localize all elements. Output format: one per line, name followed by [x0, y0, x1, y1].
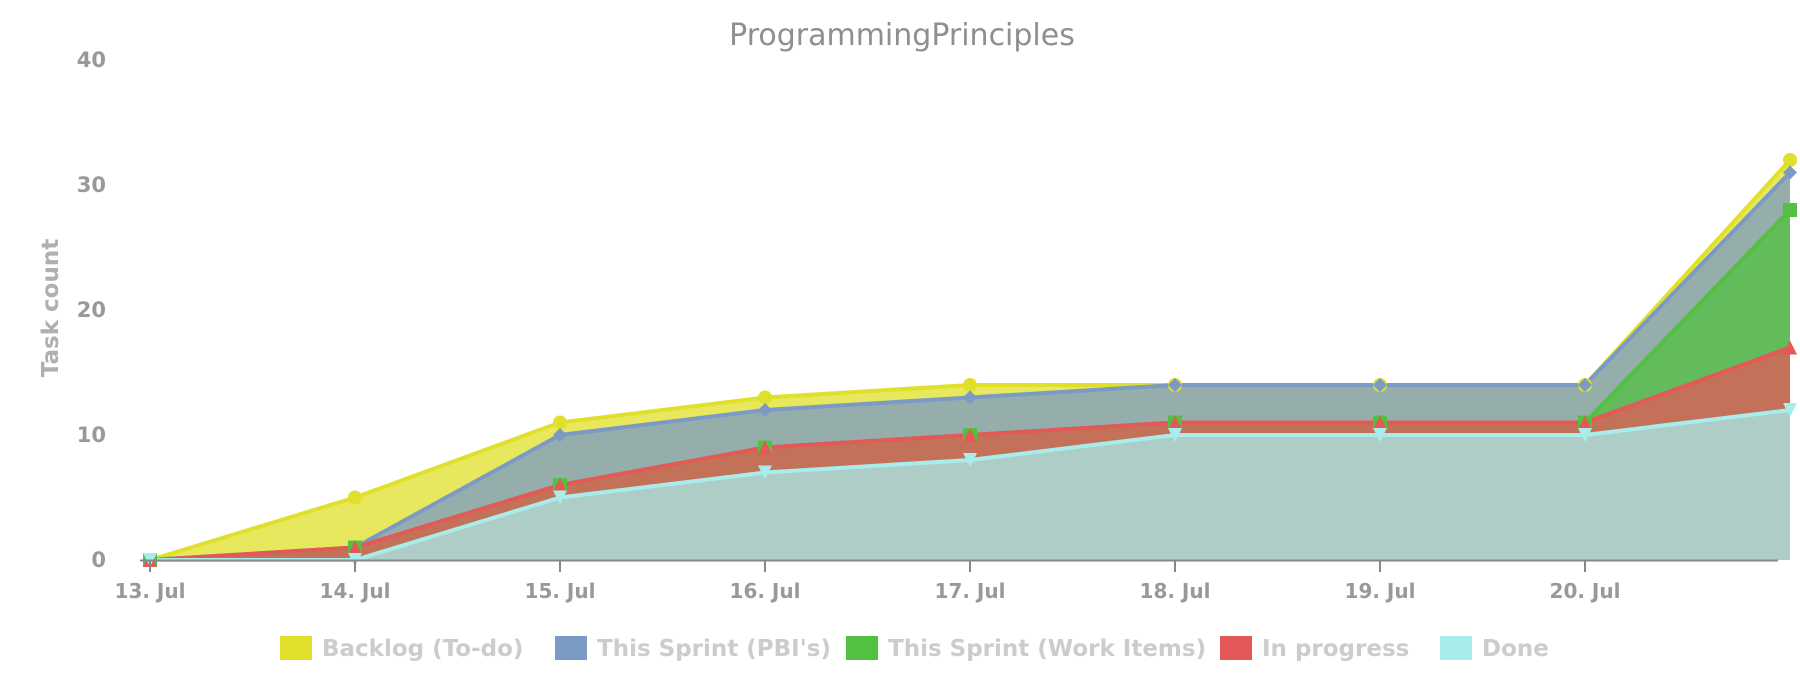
- data-point[interactable]: [1783, 203, 1797, 217]
- x-tick-label: 19. Jul: [1345, 579, 1416, 603]
- legend-swatch: [555, 636, 587, 660]
- y-tick-label: 0: [91, 548, 106, 572]
- y-tick-label: 10: [77, 423, 106, 447]
- data-point[interactable]: [348, 490, 362, 505]
- chart-title: ProgrammingPrinciples: [729, 18, 1075, 53]
- y-axis-label: Task count: [38, 239, 64, 377]
- legend-label: Backlog (To-do): [322, 636, 523, 662]
- legend-swatch: [1440, 636, 1472, 660]
- x-tick-label: 20. Jul: [1550, 579, 1621, 603]
- x-tick-label: 18. Jul: [1140, 579, 1211, 603]
- legend-item[interactable]: Backlog (To-do): [280, 636, 523, 662]
- legend-swatch: [846, 636, 878, 660]
- legend-swatch: [1220, 636, 1252, 660]
- x-tick-label: 16. Jul: [730, 579, 801, 603]
- data-point[interactable]: [553, 415, 567, 430]
- legend[interactable]: Backlog (To-do) This Sprint (PBI's) This S…: [280, 636, 1549, 662]
- data-point[interactable]: [963, 378, 977, 392]
- data-point[interactable]: [1783, 153, 1797, 167]
- x-tick-label: 14. Jul: [320, 579, 391, 603]
- legend-item[interactable]: In progress: [1220, 636, 1409, 662]
- y-tick-label: 20: [77, 298, 106, 322]
- chart: ProgrammingPrinciples Task count 0 10 20 30…: [38, 18, 1797, 662]
- legend-label: This Sprint (PBI's): [597, 636, 831, 662]
- x-tick-label: 15. Jul: [525, 579, 596, 603]
- legend-item[interactable]: Done: [1440, 636, 1549, 662]
- legend-swatch: [280, 636, 312, 660]
- y-tick-label: 30: [77, 173, 106, 197]
- legend-label: In progress: [1262, 636, 1409, 662]
- legend-label: Done: [1482, 636, 1549, 662]
- x-tick-label: 17. Jul: [935, 579, 1006, 603]
- area-layers: [150, 160, 1790, 560]
- data-point[interactable]: [758, 390, 772, 405]
- legend-item[interactable]: This Sprint (PBI's): [555, 636, 831, 662]
- x-tick-label: 13. Jul: [115, 579, 186, 603]
- legend-label: This Sprint (Work Items): [888, 636, 1206, 662]
- y-tick-label: 40: [77, 48, 106, 72]
- legend-item[interactable]: This Sprint (Work Items): [846, 636, 1206, 662]
